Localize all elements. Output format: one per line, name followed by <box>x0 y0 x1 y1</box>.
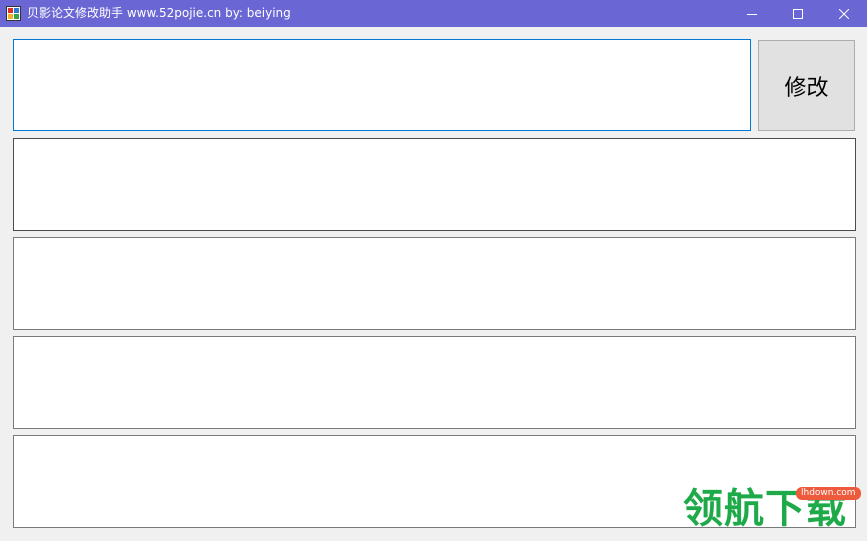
close-icon <box>839 8 849 19</box>
watermark-badge: lhdown.com <box>796 487 861 500</box>
close-button[interactable] <box>821 0 867 27</box>
minimize-button[interactable] <box>729 0 775 27</box>
title-bar[interactable]: 贝影论文修改助手 www.52pojie.cn by: beiying <box>0 0 867 27</box>
minimize-icon <box>747 13 757 15</box>
maximize-button[interactable] <box>775 0 821 27</box>
app-icon <box>6 6 21 21</box>
window-title: 贝影论文修改助手 www.52pojie.cn by: beiying <box>27 6 291 20</box>
output-textbox-2[interactable] <box>13 237 856 330</box>
input-textbox[interactable] <box>13 39 751 131</box>
app-window: 贝影论文修改助手 www.52pojie.cn by: beiying 修改 领… <box>0 0 867 541</box>
output-textbox-1[interactable] <box>13 138 856 231</box>
watermark: 领航下载 lhdown.com <box>683 484 863 534</box>
output-textbox-3[interactable] <box>13 336 856 429</box>
modify-button[interactable]: 修改 <box>758 40 855 131</box>
maximize-icon <box>793 8 803 19</box>
